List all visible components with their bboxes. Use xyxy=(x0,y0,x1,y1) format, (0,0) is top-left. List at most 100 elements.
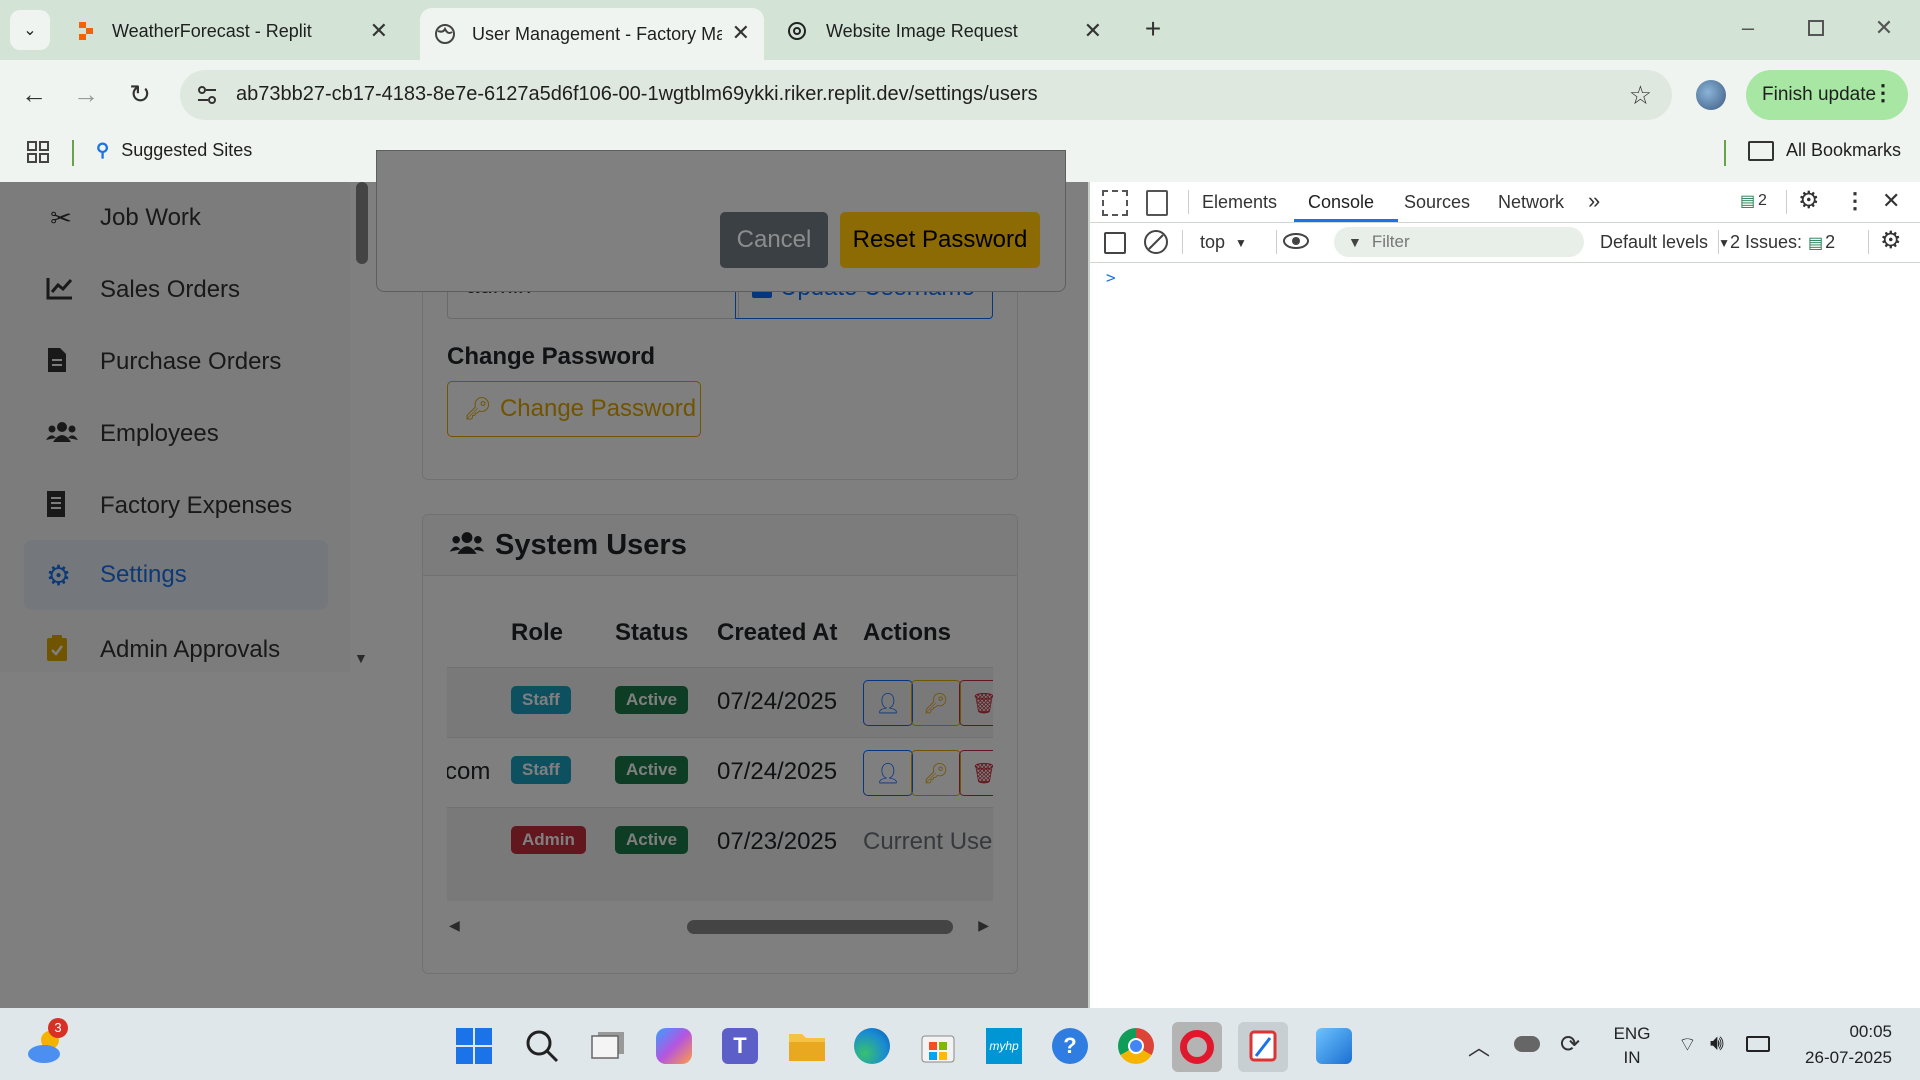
console-filter-input[interactable]: ▼ Filter xyxy=(1334,227,1584,257)
cancel-label: Cancel xyxy=(736,226,812,253)
device-toolbar-icon[interactable] xyxy=(1146,190,1168,216)
console-output[interactable]: > xyxy=(1090,262,1920,1008)
tab-title: User Management - Factory Ma xyxy=(472,23,722,44)
finish-update-label: Finish update xyxy=(1762,84,1877,105)
finish-update-button[interactable]: Finish update ⋮ xyxy=(1746,70,1908,120)
windows-start-icon[interactable] xyxy=(456,1028,492,1064)
clock-time: 00:05 xyxy=(1849,1022,1892,1041)
microsoft-store-icon[interactable] xyxy=(920,1028,956,1064)
tab-elements[interactable]: Elements xyxy=(1202,192,1277,213)
copilot-icon[interactable] xyxy=(656,1028,692,1064)
url-text[interactable]: ab73bb27-cb17-4183-8e7e-6127a5d6f106-00-… xyxy=(236,83,1038,106)
log-levels-dropdown[interactable]: Default levels ▼ xyxy=(1600,232,1730,253)
close-icon[interactable]: ✕ xyxy=(1084,18,1102,44)
tab-weatherforecast[interactable]: WeatherForecast - Replit ✕ xyxy=(62,10,402,52)
modal-backdrop[interactable] xyxy=(0,182,1088,1008)
close-window-button[interactable]: ✕ xyxy=(1866,10,1902,46)
restore-icon xyxy=(1808,20,1824,36)
replit-icon xyxy=(76,21,96,41)
onedrive-icon[interactable] xyxy=(1514,1036,1540,1052)
arrow-right-icon: → xyxy=(73,78,99,109)
close-icon[interactable]: ✕ xyxy=(370,18,388,44)
profile-avatar[interactable] xyxy=(1696,80,1726,110)
restore-button[interactable] xyxy=(1798,10,1834,46)
language-bottom: IN xyxy=(1623,1048,1641,1067)
filter-placeholder: Filter xyxy=(1371,232,1410,251)
issues-message-icon: ▤ xyxy=(1808,234,1824,252)
apps-grid-icon[interactable] xyxy=(26,140,50,164)
clear-console-icon[interactable] xyxy=(1144,230,1168,254)
chatgpt-icon xyxy=(786,20,808,42)
context-value: top xyxy=(1200,232,1226,252)
back-button[interactable]: ← xyxy=(14,74,54,114)
site-info-icon[interactable] xyxy=(194,82,220,108)
battery-icon[interactable] xyxy=(1746,1036,1770,1052)
suggested-sites-link[interactable]: ⚲ Suggested Sites xyxy=(96,140,252,161)
sidebar-toggle-icon[interactable] xyxy=(1104,232,1126,254)
forward-button[interactable]: → xyxy=(66,74,106,114)
close-icon[interactable]: ✕ xyxy=(732,20,750,46)
more-tabs-icon[interactable]: » xyxy=(1588,188,1600,214)
gear-icon[interactable]: ⚙ xyxy=(1798,186,1820,215)
get-help-icon[interactable]: ? xyxy=(1052,1028,1088,1064)
weather-widget[interactable]: 3 xyxy=(26,1018,70,1068)
modal-reset-password-button[interactable]: Reset Password xyxy=(840,212,1040,268)
console-settings-gear-icon[interactable]: ⚙ xyxy=(1880,226,1902,255)
console-toolbar: top ▼ ▼ Filter Default levels ▼ 2 Issues… xyxy=(1090,222,1920,263)
star-icon[interactable]: ☆ xyxy=(1629,80,1652,111)
clock-date: 26-07-2025 xyxy=(1805,1048,1892,1067)
all-bookmarks-link[interactable]: All Bookmarks xyxy=(1748,140,1901,161)
live-expression-eye-icon[interactable] xyxy=(1282,232,1310,250)
volume-icon[interactable]: 🔊︎ xyxy=(1710,1030,1724,1056)
weather-badge: 3 xyxy=(48,1018,68,1038)
devtools-panel: Elements Console Sources Network » ▤ 2 ⚙… xyxy=(1088,182,1920,1008)
issues-badge: 2 xyxy=(1825,232,1836,252)
caret-down-icon: ▼ xyxy=(1235,235,1247,250)
language-indicator[interactable]: ENG IN xyxy=(1610,1024,1654,1068)
inspect-element-icon[interactable] xyxy=(1102,190,1128,216)
arrow-left-icon: ← xyxy=(21,78,47,109)
issues-count: 2 xyxy=(1758,192,1767,209)
tab-sources[interactable]: Sources xyxy=(1404,192,1470,213)
new-tab-button[interactable]: + xyxy=(1136,12,1170,46)
snipping-tool-icon[interactable] xyxy=(1238,1022,1288,1072)
search-icon[interactable] xyxy=(524,1028,560,1064)
photos-icon[interactable] xyxy=(1316,1028,1352,1064)
address-bar[interactable]: ab73bb27-cb17-4183-8e7e-6127a5d6f106-00-… xyxy=(180,70,1672,120)
wifi-icon[interactable]: ⌔ xyxy=(1678,1032,1697,1057)
clock[interactable]: 00:05 26-07-2025 xyxy=(1792,1022,1892,1068)
filter-icon: ▼ xyxy=(1348,234,1362,250)
console-prompt: > xyxy=(1106,268,1116,287)
levels-label: Default levels xyxy=(1600,232,1709,252)
close-icon[interactable]: ✕ xyxy=(1882,188,1900,214)
divider xyxy=(72,140,74,166)
task-view-icon[interactable] xyxy=(590,1030,626,1060)
divider xyxy=(1182,230,1183,254)
tab-user-management[interactable]: User Management - Factory Ma ✕ xyxy=(420,8,764,60)
tab-website-image-request[interactable]: Website Image Request ✕ xyxy=(776,10,1116,52)
issues-label: 2 Issues: xyxy=(1730,232,1803,252)
sync-icon[interactable]: ⟳ xyxy=(1560,1030,1580,1059)
chevron-down-icon: ⌄ xyxy=(23,22,37,39)
reload-button[interactable]: ↻ xyxy=(120,74,160,114)
search-icon: ⚲ xyxy=(96,140,110,160)
tab-network[interactable]: Network xyxy=(1498,192,1564,213)
minimize-button[interactable]: – xyxy=(1730,10,1766,46)
divider xyxy=(1276,230,1277,254)
file-explorer-icon[interactable] xyxy=(788,1030,826,1062)
more-vert-icon[interactable]: ⋮ xyxy=(1844,188,1866,214)
divider xyxy=(1188,190,1189,214)
teams-icon[interactable]: T xyxy=(722,1028,758,1064)
context-selector[interactable]: top ▼ xyxy=(1200,232,1247,253)
issues-message-icon[interactable]: ▤ xyxy=(1740,191,1755,211)
reload-icon: ↻ xyxy=(129,78,151,109)
issues-button[interactable]: 2 Issues: ▤ 2 xyxy=(1730,232,1835,253)
chrome-icon[interactable] xyxy=(1118,1028,1154,1064)
myhp-icon[interactable]: myhp xyxy=(986,1028,1022,1064)
tab-console[interactable]: Console xyxy=(1308,192,1374,213)
modal-cancel-button[interactable]: Cancel xyxy=(720,212,828,268)
edge-icon[interactable] xyxy=(854,1028,890,1064)
opera-icon[interactable] xyxy=(1172,1022,1222,1072)
tab-search-button[interactable]: ⌄ xyxy=(10,10,50,50)
chevron-up-icon[interactable]: ︿ xyxy=(1468,1030,1490,1062)
